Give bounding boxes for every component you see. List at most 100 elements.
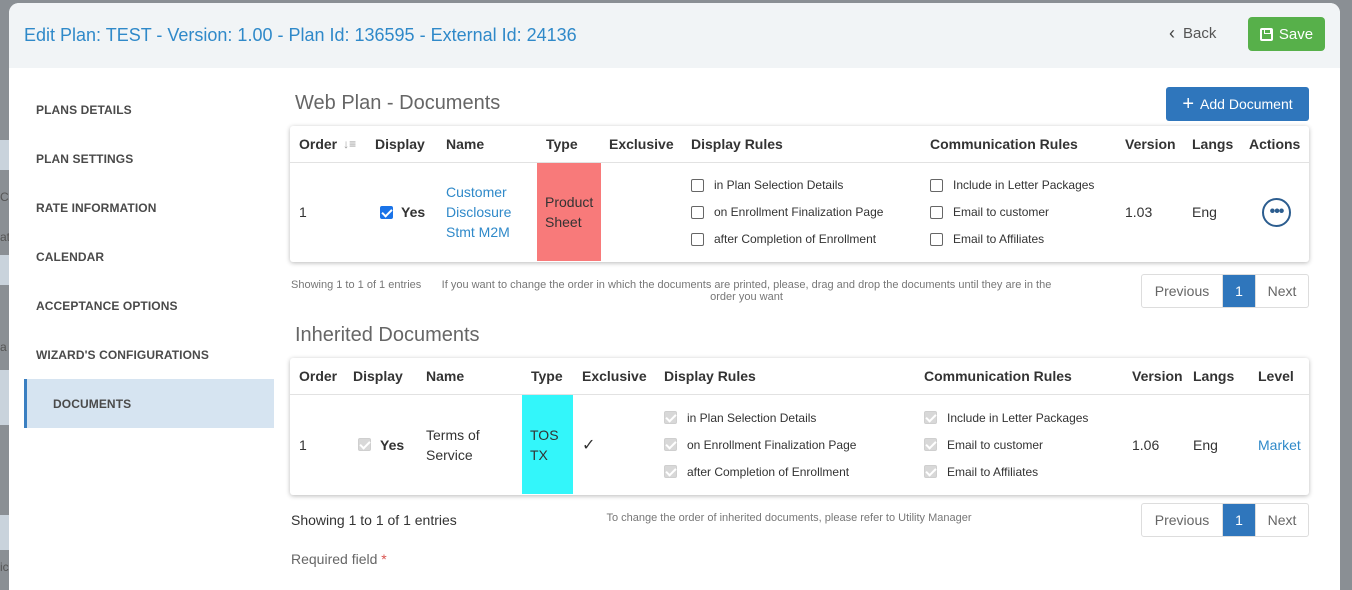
modal-header: Edit Plan: TEST - Version: 1.00 - Plan I… bbox=[9, 3, 1340, 68]
name-text: Terms of bbox=[426, 426, 480, 443]
column-header-langs: Langs bbox=[1192, 136, 1234, 152]
rule-checkbox[interactable] bbox=[930, 232, 943, 246]
table-header: Order ↓≡ Display Name Type Exclusive Disp… bbox=[290, 126, 1309, 163]
sidebar-item-label: DOCUMENTS bbox=[53, 396, 132, 411]
sidebar-item-acceptance-options[interactable]: ACCEPTANCE OPTIONS bbox=[24, 281, 274, 330]
web-docs-note: If you want to change the order in which… bbox=[441, 279, 1052, 303]
column-header-langs: Langs bbox=[1193, 368, 1235, 384]
rule-checkbox[interactable] bbox=[691, 232, 704, 246]
previous-page-button[interactable]: Previous bbox=[1142, 504, 1222, 536]
column-header-display: Display bbox=[375, 136, 425, 152]
back-button[interactable]: ‹ Back bbox=[1169, 23, 1216, 44]
next-page-button[interactable]: Next bbox=[1255, 275, 1308, 307]
column-header-version: Version bbox=[1125, 136, 1176, 152]
communication-rule: Email to Affiliates bbox=[930, 226, 1044, 253]
communication-rule: Include in Letter Packages bbox=[924, 404, 1088, 431]
communication-rule: Include in Letter Packages bbox=[930, 172, 1094, 199]
display-rule: after Completion of Enrollment bbox=[664, 458, 849, 485]
table-row[interactable]: 1 Yes Customer Disclosure Stmt M2M Produ… bbox=[290, 163, 1309, 261]
display-checkbox bbox=[358, 438, 371, 451]
rule-checkbox[interactable] bbox=[691, 205, 704, 219]
rule-checkbox bbox=[664, 411, 677, 424]
sidebar-item-calendar[interactable]: CALENDAR bbox=[24, 232, 274, 281]
display-rule: on Enrollment Finalization Page bbox=[691, 199, 883, 226]
name-text: Disclosure bbox=[446, 204, 512, 220]
rule-checkbox[interactable] bbox=[691, 178, 704, 192]
chevron-left-icon: ‹ bbox=[1169, 23, 1175, 43]
save-label: Save bbox=[1278, 25, 1314, 43]
add-document-button[interactable]: + Add Document bbox=[1166, 87, 1309, 121]
column-header-label: Order bbox=[299, 136, 338, 152]
plus-icon: + bbox=[1182, 93, 1195, 115]
rule-label: on Enrollment Finalization Page bbox=[714, 205, 884, 219]
column-header-version: Version bbox=[1132, 368, 1183, 384]
rule-label: Email to customer bbox=[953, 205, 1050, 219]
row-langs: Eng bbox=[1193, 436, 1218, 453]
page-1-button[interactable]: 1 bbox=[1222, 504, 1255, 536]
sidebar-item-plan-settings[interactable]: PLAN SETTINGS bbox=[24, 134, 274, 183]
column-header-level: Level bbox=[1258, 368, 1294, 384]
rule-checkbox[interactable] bbox=[930, 178, 943, 192]
rule-checkbox bbox=[664, 465, 677, 478]
row-name-link[interactable]: Customer Disclosure Stmt M2M bbox=[437, 163, 537, 261]
modal-title: Edit Plan: TEST - Version: 1.00 - Plan I… bbox=[24, 25, 577, 45]
sidebar-item-rate-information[interactable]: RATE INFORMATION bbox=[24, 183, 274, 232]
column-header-order[interactable]: Order ↓≡ bbox=[290, 136, 366, 152]
previous-page-button[interactable]: Previous bbox=[1142, 275, 1222, 307]
display-rule: on Enrollment Finalization Page bbox=[664, 431, 856, 458]
type-badge: TOS TX bbox=[522, 395, 573, 494]
row-order: 1 bbox=[299, 436, 307, 453]
rule-checkbox[interactable] bbox=[930, 205, 943, 219]
rule-label: on Enrollment Finalization Page bbox=[687, 437, 857, 452]
column-header-communication-rules: Communication Rules bbox=[930, 136, 1078, 152]
row-type: Product Sheet bbox=[537, 163, 602, 261]
display-label: Yes bbox=[380, 436, 405, 453]
next-page-button[interactable]: Next bbox=[1255, 504, 1308, 536]
rule-checkbox bbox=[924, 465, 937, 478]
type-text: TOS bbox=[530, 426, 559, 443]
row-order: 1 bbox=[299, 204, 307, 220]
sidebar-item-plans-details[interactable]: PLANS DETAILS bbox=[24, 85, 274, 134]
rule-label: Email to Affiliates bbox=[947, 464, 1039, 479]
type-badge: Product Sheet bbox=[537, 163, 602, 261]
column-header-name: Name bbox=[446, 136, 485, 152]
sidebar-item-documents[interactable]: DOCUMENTS bbox=[24, 379, 274, 428]
row-langs: Eng bbox=[1192, 204, 1217, 220]
sidebar-item-wizards-configurations[interactable]: WIZARD'S CONFIGURATIONS bbox=[24, 330, 274, 379]
display-checkbox[interactable] bbox=[380, 205, 393, 219]
web-docs-pagination: Previous 1 Next bbox=[1141, 274, 1309, 308]
display-rule: in Plan Selection Details bbox=[664, 404, 816, 431]
table-header: Order Display Name Type Exclusive Displa… bbox=[290, 358, 1309, 395]
display-rule: in Plan Selection Details bbox=[691, 172, 843, 199]
inherited-docs-title: Inherited Documents bbox=[295, 324, 480, 346]
type-text: TX bbox=[530, 446, 548, 463]
row-name: Terms of Service bbox=[417, 395, 522, 494]
display-label: Yes bbox=[401, 204, 426, 220]
row-exclusive bbox=[600, 163, 682, 261]
sidebar-item-label: CALENDAR bbox=[36, 249, 105, 264]
rule-checkbox bbox=[664, 438, 677, 451]
column-header-display-rules: Display Rules bbox=[691, 136, 783, 152]
column-header-display: Display bbox=[353, 368, 403, 384]
ellipsis-icon[interactable]: ••• bbox=[1262, 197, 1291, 227]
rule-label: Include in Letter Packages bbox=[953, 178, 1095, 192]
inherited-docs-note: To change the order of inherited documen… bbox=[606, 512, 972, 524]
sidebar-item-label: ACCEPTANCE OPTIONS bbox=[36, 298, 178, 313]
rule-label: Include in Letter Packages bbox=[947, 410, 1089, 425]
row-version: 1.03 bbox=[1125, 204, 1153, 220]
table-row[interactable]: 1 Yes Terms of Service TOS TX ✓ in Plan … bbox=[290, 395, 1309, 494]
column-header-communication-rules: Communication Rules bbox=[924, 368, 1072, 384]
sort-icon[interactable]: ↓≡ bbox=[343, 137, 356, 151]
save-button[interactable]: Save bbox=[1248, 17, 1325, 51]
exclusive-check-icon: ✓ bbox=[582, 436, 596, 454]
communication-rule: Email to customer bbox=[924, 431, 1043, 458]
row-display: Yes bbox=[366, 163, 437, 261]
inherited-docs-pagination: Previous 1 Next bbox=[1141, 503, 1309, 537]
page-1-button[interactable]: 1 bbox=[1222, 275, 1255, 307]
required-marker: * bbox=[381, 551, 387, 567]
level-link[interactable]: Market bbox=[1249, 395, 1309, 494]
column-header-name: Name bbox=[426, 368, 465, 384]
row-communication-rules: Include in Letter Packages Email to cust… bbox=[921, 163, 1116, 261]
inherited-docs-showing: Showing 1 to 1 of 1 entries bbox=[291, 512, 457, 528]
required-field-note: Required field * bbox=[291, 551, 387, 567]
